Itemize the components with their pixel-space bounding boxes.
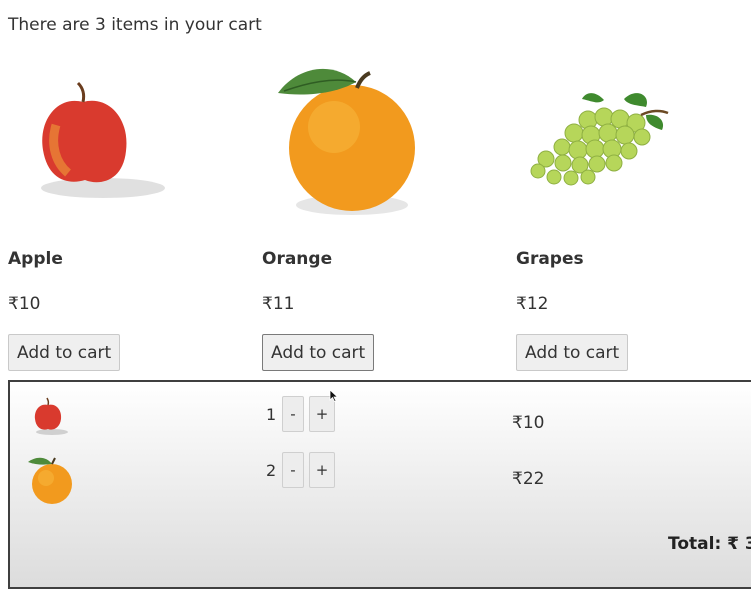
cart-total: Total: ₹ 32 [668, 534, 751, 554]
orange-icon [278, 68, 415, 215]
orange-icon [28, 457, 72, 504]
cart-item-quantity: 1 [266, 405, 277, 424]
product-name: Apple [8, 249, 63, 269]
increment-button[interactable]: + [309, 452, 335, 488]
product-card-orange: Orange ₹11 Add to cart [262, 55, 512, 371]
orange-image [262, 55, 512, 225]
cart-item-subtotal: ₹22 [512, 469, 545, 489]
cart-item-quantity: 2 [266, 461, 277, 480]
cart-summary: There are 3 items in your cart [8, 15, 262, 35]
mouse-cursor-icon [329, 389, 339, 403]
add-to-cart-button-orange[interactable]: Add to cart [262, 334, 375, 371]
product-card-grapes: Grapes ₹12 Add to cart [516, 55, 751, 371]
apple-image [8, 55, 258, 225]
product-price: ₹12 [516, 294, 549, 314]
product-price: ₹11 [262, 294, 295, 314]
cart-panel: 1 - + ₹10 2 - + ₹22 Total: ₹ 32 [8, 380, 751, 589]
apple-icon [41, 81, 165, 198]
grapes-image [516, 55, 751, 225]
product-name: Orange [262, 249, 333, 269]
decrement-button[interactable]: - [282, 452, 304, 488]
decrement-button[interactable]: - [282, 396, 304, 432]
cart-item-subtotal: ₹10 [512, 413, 545, 433]
product-price: ₹10 [8, 294, 41, 314]
apple-icon [34, 397, 68, 435]
product-card-apple: Apple ₹10 Add to cart [8, 55, 258, 371]
add-to-cart-button-apple[interactable]: Add to cart [8, 334, 121, 371]
add-to-cart-button-grapes[interactable]: Add to cart [516, 334, 629, 371]
grapes-icon [530, 93, 669, 186]
product-name: Grapes [516, 249, 584, 269]
